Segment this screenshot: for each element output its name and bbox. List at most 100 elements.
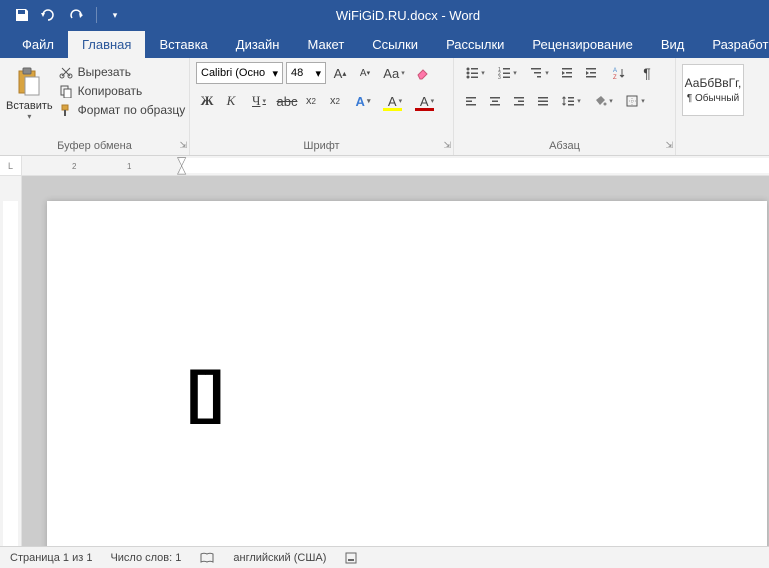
- ruler-vertical[interactable]: 21123: [0, 176, 22, 546]
- tab-home[interactable]: Главная: [68, 31, 145, 58]
- cut-label: Вырезать: [78, 65, 131, 79]
- tab-layout[interactable]: Макет: [293, 31, 358, 58]
- increase-indent-button[interactable]: [580, 62, 602, 84]
- highlight-button[interactable]: A▾: [380, 90, 410, 112]
- strikethrough-button[interactable]: abc: [276, 90, 298, 112]
- paragraph-dialog-launcher[interactable]: ⇲: [665, 140, 673, 151]
- page-scroll-area[interactable]: []: [22, 176, 769, 546]
- bold-button[interactable]: Ж: [196, 90, 218, 112]
- font-size-selector[interactable]: 48 ▾: [286, 62, 326, 84]
- copy-button[interactable]: Копировать: [57, 83, 188, 99]
- format-painter-label: Формат по образцу: [78, 103, 186, 117]
- paste-icon: [13, 66, 45, 98]
- status-page[interactable]: Страница 1 из 1: [10, 552, 92, 564]
- tab-developer[interactable]: Разработчик: [698, 31, 769, 58]
- tab-view[interactable]: Вид: [647, 31, 699, 58]
- document-page[interactable]: []: [47, 201, 767, 546]
- chevron-down-icon: ▾: [272, 67, 278, 80]
- borders-icon: [625, 94, 639, 108]
- justify-icon: [536, 94, 550, 108]
- font-name-value: Calibri (Осно: [201, 67, 265, 79]
- numbering-button[interactable]: 123▾: [492, 62, 522, 84]
- text-effects-button[interactable]: A▾: [348, 90, 378, 112]
- tab-review[interactable]: Рецензирование: [518, 31, 646, 58]
- tab-references[interactable]: Ссылки: [358, 31, 432, 58]
- qat-customize-button[interactable]: ▾: [103, 3, 127, 27]
- cut-button[interactable]: Вырезать: [57, 64, 188, 80]
- style-name: ¶ Обычный: [687, 93, 739, 104]
- svg-text:Z: Z: [613, 75, 617, 80]
- font-color-button[interactable]: A▾: [412, 90, 442, 112]
- status-bar: Страница 1 из 1 Число слов: 1 английский…: [0, 546, 769, 568]
- chevron-down-icon: ▾: [27, 112, 31, 121]
- line-spacing-icon: [561, 94, 575, 108]
- align-left-icon: [464, 94, 478, 108]
- paste-label: Вставить: [6, 100, 53, 112]
- document-content: []: [187, 359, 222, 426]
- svg-text:1: 1: [127, 162, 132, 171]
- group-font: Calibri (Осно ▾ 48 ▾ A▴ A▾ Aa▾ Ж: [190, 58, 454, 155]
- align-right-button[interactable]: [508, 90, 530, 112]
- outdent-icon: [560, 66, 574, 80]
- macro-icon: [344, 551, 360, 565]
- book-icon: [199, 551, 215, 565]
- superscript-button[interactable]: x2: [324, 90, 346, 112]
- group-paragraph-label: Абзац: [460, 138, 669, 155]
- status-macro[interactable]: [344, 551, 360, 565]
- chevron-down-icon: ▾: [315, 67, 321, 80]
- scissors-icon: [59, 65, 73, 79]
- tab-mailings[interactable]: Рассылки: [432, 31, 518, 58]
- subscript-button[interactable]: x2: [300, 90, 322, 112]
- svg-text:A: A: [613, 68, 617, 74]
- status-word-count[interactable]: Число слов: 1: [110, 552, 181, 564]
- indent-icon: [584, 66, 598, 80]
- shrink-font-button[interactable]: A▾: [354, 62, 376, 84]
- status-proofing[interactable]: [199, 551, 215, 565]
- sort-icon: AZ: [612, 66, 626, 80]
- borders-button[interactable]: ▾: [620, 90, 650, 112]
- paste-button[interactable]: Вставить ▾: [6, 62, 53, 121]
- redo-button[interactable]: [66, 3, 90, 27]
- font-name-selector[interactable]: Calibri (Осно ▾: [196, 62, 283, 84]
- ribbon-tabs: Файл Главная Вставка Дизайн Макет Ссылки…: [0, 30, 769, 58]
- style-normal[interactable]: АаБбВвГг, ¶ Обычный: [682, 64, 744, 116]
- line-spacing-button[interactable]: ▾: [556, 90, 586, 112]
- indent-marker[interactable]: ▽△: [177, 157, 186, 173]
- align-left-button[interactable]: [460, 90, 482, 112]
- grow-font-button[interactable]: A▴: [329, 62, 351, 84]
- numbering-icon: 123: [497, 66, 511, 80]
- status-language[interactable]: английский (США): [233, 552, 326, 564]
- group-clipboard-label: Буфер обмена: [6, 138, 183, 155]
- svg-text:3: 3: [498, 75, 501, 80]
- shading-button[interactable]: ▾: [588, 90, 618, 112]
- save-button[interactable]: [10, 3, 34, 27]
- tab-selector[interactable]: L: [0, 156, 22, 175]
- justify-button[interactable]: [532, 90, 554, 112]
- decrease-indent-button[interactable]: [556, 62, 578, 84]
- group-font-label: Шрифт: [196, 138, 447, 155]
- ruler-horizontal-area: L 2 1 1 2 3 4 5 6 7 8 9 10 11 ▽△: [0, 156, 769, 176]
- align-center-button[interactable]: [484, 90, 506, 112]
- bucket-icon: [593, 94, 607, 108]
- format-painter-button[interactable]: Формат по образцу: [57, 102, 188, 118]
- svg-text:2: 2: [72, 162, 77, 171]
- qat-separator: [96, 7, 97, 23]
- multilevel-list-button[interactable]: ▾: [524, 62, 554, 84]
- font-dialog-launcher[interactable]: ⇲: [443, 140, 451, 151]
- underline-button[interactable]: Ч▾: [244, 90, 274, 112]
- ruler-horizontal[interactable]: 2 1 1 2 3 4 5 6 7 8 9 10 11 ▽△: [22, 156, 769, 175]
- tab-file[interactable]: Файл: [8, 31, 68, 58]
- copy-label: Копировать: [78, 84, 143, 98]
- tab-insert[interactable]: Вставка: [145, 31, 221, 58]
- undo-button[interactable]: [38, 3, 62, 27]
- tab-design[interactable]: Дизайн: [222, 31, 294, 58]
- change-case-button[interactable]: Aa▾: [379, 62, 409, 84]
- ribbon: Вставить ▾ Вырезать Копировать Формат по…: [0, 58, 769, 156]
- clipboard-dialog-launcher[interactable]: ⇲: [179, 140, 187, 151]
- italic-button[interactable]: К: [220, 90, 242, 112]
- sort-button[interactable]: AZ: [604, 62, 634, 84]
- clear-formatting-button[interactable]: [412, 62, 434, 84]
- copy-icon: [59, 84, 73, 98]
- bullets-button[interactable]: ▾: [460, 62, 490, 84]
- show-marks-button[interactable]: ¶: [636, 62, 658, 84]
